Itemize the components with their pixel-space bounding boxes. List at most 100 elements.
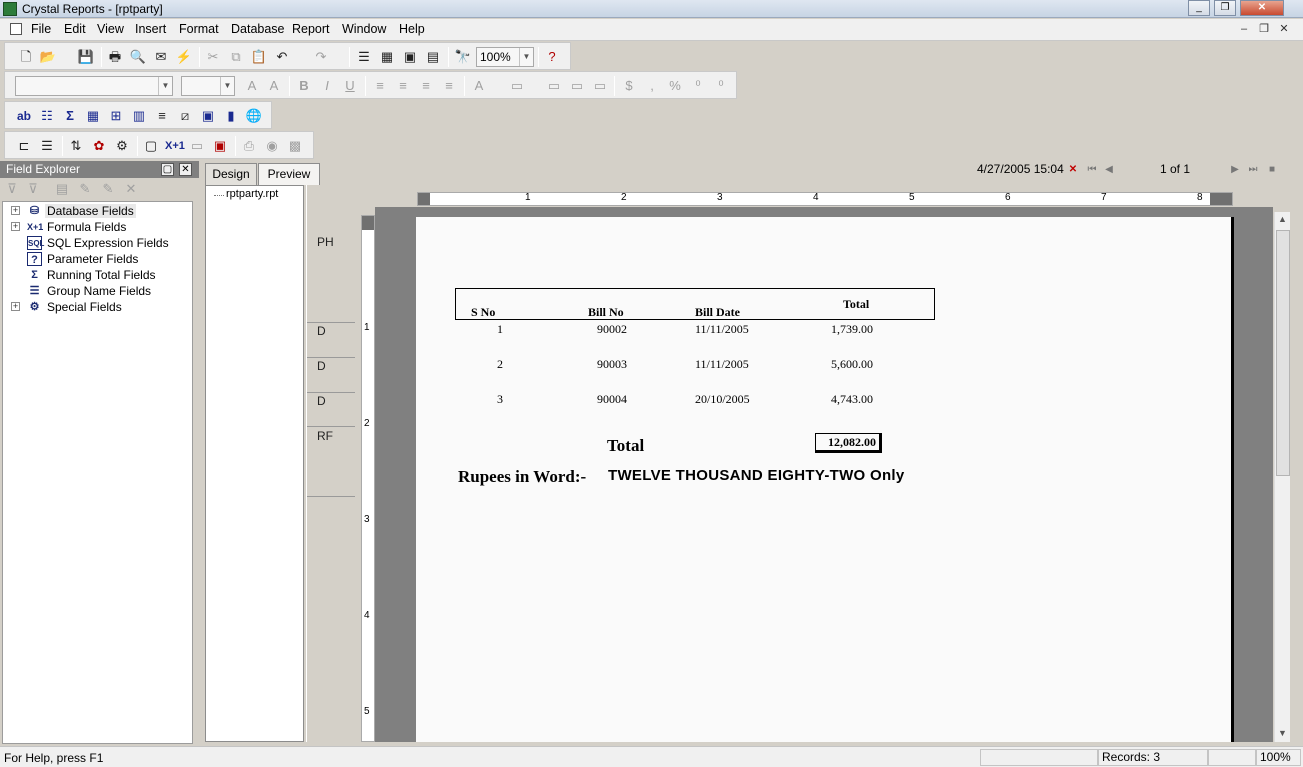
- border-icon[interactable]: ▭: [508, 77, 526, 95]
- tree-item-sql-expression-fields[interactable]: SQL SQL Expression Fields: [3, 235, 192, 251]
- header-sno[interactable]: S No: [471, 305, 495, 320]
- olap-icon[interactable]: ⊞: [107, 107, 125, 125]
- vertical-scrollbar[interactable]: ▲ ▼: [1274, 212, 1290, 742]
- grow-font-icon[interactable]: A: [243, 77, 261, 95]
- cut-icon[interactable]: ✂: [204, 48, 222, 66]
- section-page-header[interactable]: PH: [317, 235, 334, 249]
- new-icon[interactable]: 🗋: [17, 48, 35, 66]
- expand-icon[interactable]: +: [11, 206, 20, 215]
- undo-icon[interactable]: ↶: [273, 48, 291, 66]
- template-icon[interactable]: ▣: [211, 137, 229, 155]
- stop-icon[interactable]: ■: [1266, 163, 1278, 177]
- header-billno[interactable]: Bill No: [588, 305, 624, 320]
- row2-sno[interactable]: 2: [497, 357, 503, 372]
- total-value[interactable]: 12,082.00: [815, 433, 882, 453]
- help-icon[interactable]: ?: [543, 48, 561, 66]
- menu-report[interactable]: Report: [292, 22, 330, 36]
- mdi-close-button[interactable]: ✕: [1276, 22, 1292, 36]
- menu-view[interactable]: View: [97, 22, 124, 36]
- select-expert-icon[interactable]: ✿: [90, 137, 108, 155]
- mdi-minimize-button[interactable]: –: [1236, 22, 1252, 36]
- box-icon[interactable]: ⧄: [176, 107, 194, 125]
- thousands-icon[interactable]: ,: [643, 77, 661, 95]
- paste-icon[interactable]: 📋: [250, 48, 268, 66]
- line-icon[interactable]: ≡: [153, 107, 171, 125]
- cross-tab-icon[interactable]: ▦: [84, 107, 102, 125]
- lock-size-icon[interactable]: ▭: [591, 77, 609, 95]
- header-billdate[interactable]: Bill Date: [695, 305, 740, 320]
- section-expert-icon[interactable]: ⚙: [113, 137, 131, 155]
- scroll-down-icon[interactable]: ▼: [1278, 728, 1287, 738]
- next-page-icon[interactable]: ▶: [1229, 163, 1241, 177]
- copy-icon[interactable]: ⧉: [227, 48, 245, 66]
- row1-sno[interactable]: 1: [497, 322, 503, 337]
- font-color-icon[interactable]: A: [470, 77, 488, 95]
- close-button[interactable]: ✕: [1240, 0, 1284, 16]
- group-expert-icon[interactable]: ☰: [38, 137, 56, 155]
- find-icon[interactable]: 🔭: [454, 48, 472, 66]
- zoom-combo[interactable]: 100% ▼: [476, 47, 534, 67]
- close-icon[interactable]: ✕: [179, 163, 192, 176]
- tree-item-formula-fields[interactable]: + X+1 Formula Fields: [3, 219, 192, 235]
- scroll-thumb[interactable]: [1276, 230, 1290, 476]
- first-page-icon[interactable]: ⏮: [1086, 163, 1098, 177]
- row1-billno[interactable]: 90002: [597, 322, 627, 337]
- menu-help[interactable]: Help: [399, 22, 425, 36]
- print-icon[interactable]: 🖶: [106, 48, 124, 66]
- tab-design[interactable]: Design: [205, 163, 257, 185]
- bold-icon[interactable]: B: [295, 77, 313, 95]
- tree-item-database-fields[interactable]: + ⛁ Database Fields: [3, 203, 192, 219]
- rupees-in-words-label[interactable]: Rupees in Word:-: [458, 467, 586, 487]
- formula-icon[interactable]: X+1: [165, 137, 185, 155]
- shrink-font-icon[interactable]: A: [265, 77, 283, 95]
- tree-item-special-fields[interactable]: + ⚙ Special Fields: [3, 299, 192, 315]
- justify-icon[interactable]: ≡: [440, 77, 458, 95]
- menu-insert[interactable]: Insert: [135, 22, 166, 36]
- row1-billdate[interactable]: 11/11/2005: [695, 322, 749, 337]
- menu-file[interactable]: File: [31, 22, 51, 36]
- menu-window[interactable]: Window: [342, 22, 386, 36]
- align-center-icon[interactable]: ≡: [394, 77, 412, 95]
- minimize-button[interactable]: _: [1188, 0, 1210, 16]
- underline-icon[interactable]: U: [341, 77, 359, 95]
- italic-icon[interactable]: I: [318, 77, 336, 95]
- toggle-tree-icon[interactable]: ☰: [355, 48, 373, 66]
- subreport-icon[interactable]: ▥: [130, 107, 148, 125]
- increase-decimals-icon[interactable]: ⁰: [689, 77, 707, 95]
- section-report-footer[interactable]: RF: [317, 429, 333, 443]
- edit-icon[interactable]: ✎: [76, 180, 94, 198]
- redo-icon[interactable]: ↷: [312, 48, 330, 66]
- save-icon[interactable]: 💾: [77, 48, 95, 66]
- field-explorer-icon[interactable]: ▦: [378, 48, 396, 66]
- row3-billno[interactable]: 90004: [597, 392, 627, 407]
- document-icon[interactable]: [10, 23, 22, 35]
- row3-sno[interactable]: 3: [497, 392, 503, 407]
- insert-to-report-icon[interactable]: ⊽: [3, 180, 21, 198]
- percent-icon[interactable]: %: [666, 77, 684, 95]
- suppress-icon[interactable]: ▭: [545, 77, 563, 95]
- menu-format[interactable]: Format: [179, 22, 219, 36]
- row1-total[interactable]: 1,739.00: [831, 322, 873, 337]
- expand-icon[interactable]: +: [11, 302, 20, 311]
- previous-page-icon[interactable]: ◀: [1103, 163, 1115, 177]
- align-left-icon[interactable]: ≡: [371, 77, 389, 95]
- map-icon[interactable]: 🌐: [245, 107, 263, 125]
- last-page-icon[interactable]: ⏭: [1247, 163, 1259, 177]
- browse-icon[interactable]: ⊽: [24, 180, 42, 198]
- font-size-combo[interactable]: ▼: [181, 76, 235, 96]
- smart-tag-icon[interactable]: ◉: [263, 137, 281, 155]
- expand-icon[interactable]: +: [11, 222, 20, 231]
- export-icon[interactable]: ✉: [152, 48, 170, 66]
- formula-workshop-icon[interactable]: ▢: [142, 137, 160, 155]
- lock-format-icon[interactable]: ▭: [568, 77, 586, 95]
- section-details-3[interactable]: D: [317, 394, 326, 408]
- row2-billno[interactable]: 90003: [597, 357, 627, 372]
- chart-icon[interactable]: ▮: [222, 107, 240, 125]
- mdi-restore-button[interactable]: ❐: [1256, 22, 1272, 36]
- row3-total[interactable]: 4,743.00: [831, 392, 873, 407]
- group-tree-root[interactable]: rptparty.rpt: [226, 188, 278, 200]
- close-view-icon[interactable]: ✕: [1067, 163, 1079, 177]
- group-icon[interactable]: ☷: [38, 107, 56, 125]
- report-explorer-icon[interactable]: ▣: [401, 48, 419, 66]
- tree-item-group-name-fields[interactable]: ☰ Group Name Fields: [3, 283, 192, 299]
